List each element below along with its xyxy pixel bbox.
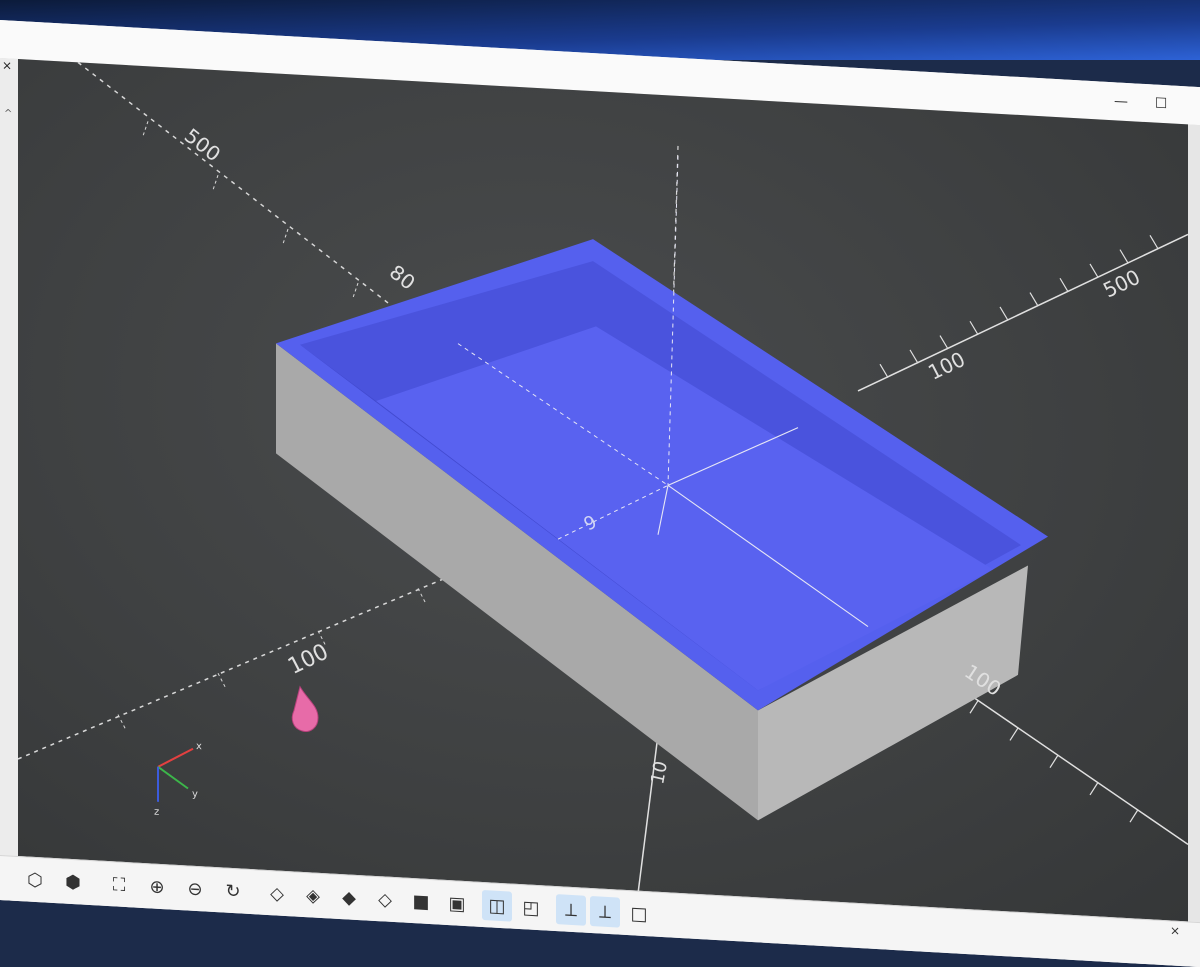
reset-view-button[interactable]: ↻ <box>218 875 248 907</box>
orthogonal-icon: ◰ <box>522 896 540 919</box>
perspective-icon: ◫ <box>488 894 506 917</box>
view-top-icon: ◈ <box>306 884 320 907</box>
view-front-button[interactable]: ■ <box>406 886 436 918</box>
show-scale-markers-button[interactable]: ⟂ <box>590 895 620 928</box>
axis-orientation-indicator: x y z <box>154 741 202 818</box>
scale-label-pos-y-100: 100 <box>924 347 969 385</box>
openscad-window: — ☐ × ^ 500 80 100 500 100 100 10 9 x y … <box>0 20 1200 967</box>
scroll-up-icon[interactable]: ^ <box>4 108 12 119</box>
zoom-out-icon: ⊖ <box>187 877 203 900</box>
view-front-icon: ■ <box>412 890 430 913</box>
render-button[interactable]: ⬢ <box>58 866 88 898</box>
y-axis-ticks <box>879 235 1159 378</box>
reset-view-icon: ↻ <box>225 880 241 902</box>
zoom-in-icon: ⊕ <box>149 875 165 898</box>
maximize-button[interactable]: ☐ <box>1150 92 1172 115</box>
axis-indicator-y <box>157 766 189 790</box>
scale-label-neg-x-80: 80 <box>385 260 420 295</box>
show-edges-button[interactable]: □ <box>624 898 654 930</box>
show-edges-icon: □ <box>630 902 648 925</box>
view-bottom-icon: ◆ <box>342 886 356 909</box>
preview-icon: ⬡ <box>27 869 43 891</box>
view-bottom-button[interactable]: ◆ <box>334 882 364 914</box>
mouse-cursor-icon <box>291 685 319 732</box>
view-right-icon: ◇ <box>270 882 284 905</box>
zoom-in-button[interactable]: ⊕ <box>142 871 172 903</box>
viewport-scene: 500 80 100 500 100 100 10 9 x y z <box>18 61 1188 894</box>
view-back-icon: ▣ <box>448 892 466 915</box>
scale-label-pos-y-500: 500 <box>1099 265 1144 303</box>
toolbar-close-icon[interactable]: × <box>1170 923 1180 938</box>
right-scrollbar[interactable] <box>1188 124 1200 924</box>
scale-label-z-10: 10 <box>647 759 672 786</box>
show-scale-icon: ⟂ <box>598 900 611 923</box>
preview-button[interactable]: ⬡ <box>20 864 50 896</box>
view-all-icon: ⛶ <box>112 873 126 896</box>
axis-indicator-y-label: y <box>192 789 198 800</box>
render-icon: ⬢ <box>65 871 81 894</box>
y-axis-positive <box>857 233 1188 392</box>
show-axes-button[interactable]: ⟂ <box>556 894 586 926</box>
axis-indicator-z-label: z <box>154 807 159 818</box>
x-axis-ticks <box>969 700 1139 823</box>
view-back-button[interactable]: ▣ <box>442 888 472 920</box>
scale-label-neg-y-100: 100 <box>284 639 333 679</box>
axis-indicator-x <box>157 747 194 768</box>
show-axes-icon: ⟂ <box>564 899 577 921</box>
axis-indicator-x-label: x <box>196 741 202 752</box>
perspective-button[interactable]: ◫ <box>482 889 512 922</box>
tray-model <box>276 239 1048 821</box>
orthogonal-button[interactable]: ◰ <box>516 892 546 924</box>
editor-collapsed-panel: × ^ <box>0 58 19 902</box>
view-right-button[interactable]: ◇ <box>262 878 292 910</box>
minimize-button[interactable]: — <box>1110 90 1132 113</box>
view-all-button[interactable]: ⛶ <box>104 869 134 901</box>
3d-viewport[interactable]: 500 80 100 500 100 100 10 9 x y z <box>18 59 1188 923</box>
panel-close-icon[interactable]: × <box>2 58 12 73</box>
view-top-button[interactable]: ◈ <box>298 880 328 912</box>
